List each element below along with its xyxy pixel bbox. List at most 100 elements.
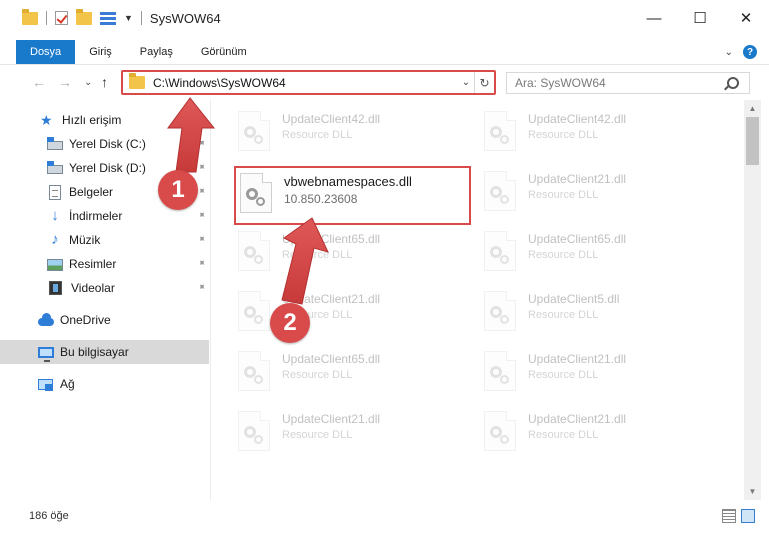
file-description: Resource DLL <box>282 369 353 381</box>
search-icon[interactable] <box>727 77 739 89</box>
sidebar-item-label: OneDrive <box>60 313 111 327</box>
scrollbar-thumb[interactable] <box>746 117 759 165</box>
file-item[interactable]: UpdateClient21.dll Resource DLL <box>484 406 724 456</box>
large-icons-view-icon[interactable] <box>741 509 755 523</box>
file-item[interactable]: UpdateClient65.dll Resource DLL <box>238 346 478 396</box>
dll-file-icon <box>238 231 270 271</box>
file-name: UpdateClient65.dll <box>282 352 381 366</box>
sidebar-item-label: Resimler <box>69 257 117 271</box>
address-dropdown-icon[interactable]: ⌄ <box>458 77 474 88</box>
close-button[interactable]: ✕ <box>723 0 769 36</box>
sidebar-item-music[interactable]: ♪ Müzik ✦ <box>0 228 209 252</box>
sidebar-item-label: Hızlı erişim <box>62 113 122 127</box>
title-bar: ▼ SysWOW64 — ☐ ✕ <box>0 0 769 36</box>
file-item[interactable]: UpdateClient5.dll Resource DLL <box>484 286 724 336</box>
search-input[interactable]: Ara: SysWOW64 <box>515 76 727 90</box>
sidebar-item-local-disk-c[interactable]: Yerel Disk (C:) ✦ <box>0 132 209 156</box>
ribbon-right-controls: ⌄ ? <box>725 40 769 64</box>
documents-icon <box>49 184 61 200</box>
tab-share[interactable]: Paylaş <box>126 40 187 64</box>
help-icon[interactable]: ? <box>743 45 757 59</box>
dll-file-icon <box>238 411 270 451</box>
dll-file-icon <box>484 111 516 151</box>
search-box[interactable]: Ara: SysWOW64 <box>506 72 750 94</box>
up-arrow-icon[interactable]: ↑ <box>101 74 108 90</box>
file-item-vbwebnamespaces[interactable]: vbwebnamespaces.dll 10.850.23608 <box>236 168 476 218</box>
pin-icon[interactable]: ✦ <box>194 161 208 175</box>
properties-check-icon[interactable] <box>55 11 68 25</box>
file-name: UpdateClient42.dll <box>528 112 627 126</box>
step-badge-2: 2 <box>270 303 310 343</box>
this-pc-icon <box>38 346 54 362</box>
pin-icon[interactable]: ✦ <box>194 233 208 247</box>
details-view-icon[interactable] <box>722 509 736 523</box>
network-icon <box>38 377 54 391</box>
sidebar-item-quick-access[interactable]: ★ Hızlı erişim <box>0 108 209 132</box>
status-bar: 186 öğe <box>0 500 769 532</box>
file-description: Resource DLL <box>528 309 599 321</box>
star-icon: ★ <box>40 112 53 128</box>
step-badge-1: 1 <box>158 170 198 210</box>
dll-file-icon <box>240 173 272 213</box>
back-arrow-icon[interactable]: ← <box>32 74 46 90</box>
refresh-icon[interactable]: ↻ <box>474 72 494 93</box>
scroll-down-icon[interactable]: ▼ <box>744 483 761 500</box>
tab-view[interactable]: Görünüm <box>187 40 261 64</box>
file-description: Resource DLL <box>282 429 353 441</box>
navigation-bar: ← → ⌄ ↑ C:\Windows\SysWOW64 ⌄ ↻ Ara: Sys… <box>0 68 769 98</box>
file-item[interactable]: UpdateClient21.dll Resource DLL <box>238 406 478 456</box>
file-description: Resource DLL <box>528 249 599 261</box>
dll-file-icon <box>484 291 516 331</box>
expand-ribbon-icon[interactable]: ⌄ <box>725 47 733 58</box>
sidebar-item-label: İndirmeler <box>69 209 123 223</box>
maximize-button[interactable]: ☐ <box>677 0 723 36</box>
pin-icon[interactable]: ✦ <box>194 257 208 271</box>
scroll-up-icon[interactable]: ▲ <box>744 100 761 117</box>
pin-icon[interactable]: ✦ <box>194 209 208 223</box>
sidebar-item-onedrive[interactable]: OneDrive <box>0 308 209 332</box>
file-item[interactable]: UpdateClient42.dll Resource DLL <box>238 106 478 156</box>
sidebar-item-network[interactable]: Ağ <box>0 372 209 396</box>
file-description: Resource DLL <box>528 369 599 381</box>
dll-file-icon <box>238 291 270 331</box>
sidebar-item-label: Belgeler <box>69 185 114 199</box>
file-name: vbwebnamespaces.dll <box>284 174 412 189</box>
pictures-icon <box>47 258 63 271</box>
new-folder-icon[interactable] <box>76 8 92 25</box>
folder-icon <box>22 8 38 25</box>
tab-file[interactable]: Dosya <box>16 40 76 64</box>
file-description: Resource DLL <box>528 429 599 441</box>
file-item[interactable]: UpdateClient65.dll Resource DLL <box>238 226 478 276</box>
minimize-button[interactable]: — <box>631 0 677 36</box>
forward-arrow-icon[interactable]: → <box>58 74 72 90</box>
properties-list-icon[interactable] <box>100 11 116 25</box>
window-title: SysWOW64 <box>149 10 221 26</box>
file-name: UpdateClient65.dll <box>528 232 627 246</box>
file-item[interactable]: UpdateClient42.dll Resource DLL <box>484 106 724 156</box>
file-item[interactable]: UpdateClient65.dll Resource DLL <box>484 226 724 276</box>
sidebar-item-label: Bu bilgisayar <box>60 345 129 359</box>
vertical-scrollbar[interactable]: ▲ ▼ <box>744 100 761 500</box>
item-count: 186 öğe <box>29 510 69 522</box>
view-buttons <box>722 509 755 523</box>
sidebar-item-this-pc[interactable]: Bu bilgisayar <box>0 340 209 364</box>
address-bar[interactable]: C:\Windows\SysWOW64 ⌄ ↻ <box>121 70 496 95</box>
pane-divider[interactable] <box>210 100 211 500</box>
sidebar-item-pictures[interactable]: Resimler ✦ <box>0 252 209 276</box>
file-item[interactable]: UpdateClient21.dll Resource DLL <box>484 166 724 216</box>
sidebar-item-label: Videolar <box>71 281 115 295</box>
file-name: UpdateClient21.dll <box>528 172 627 186</box>
music-icon: ♪ <box>51 231 59 248</box>
recent-locations-icon[interactable]: ⌄ <box>84 77 92 88</box>
sidebar-item-videos[interactable]: Videolar ✦ <box>0 276 209 300</box>
dll-file-icon <box>484 171 516 211</box>
pin-icon[interactable]: ✦ <box>194 281 208 295</box>
tab-home[interactable]: Giriş <box>75 40 126 64</box>
file-description: Resource DLL <box>528 189 599 201</box>
customize-toolbar-dropdown-icon[interactable]: ▼ <box>124 13 133 23</box>
pin-icon[interactable]: ✦ <box>194 137 208 151</box>
file-item[interactable]: UpdateClient21.dll Resource DLL <box>484 346 724 396</box>
address-path[interactable]: C:\Windows\SysWOW64 <box>153 76 458 90</box>
sidebar-item-label: Yerel Disk (C:) <box>69 137 146 151</box>
file-description: Resource DLL <box>528 129 599 141</box>
